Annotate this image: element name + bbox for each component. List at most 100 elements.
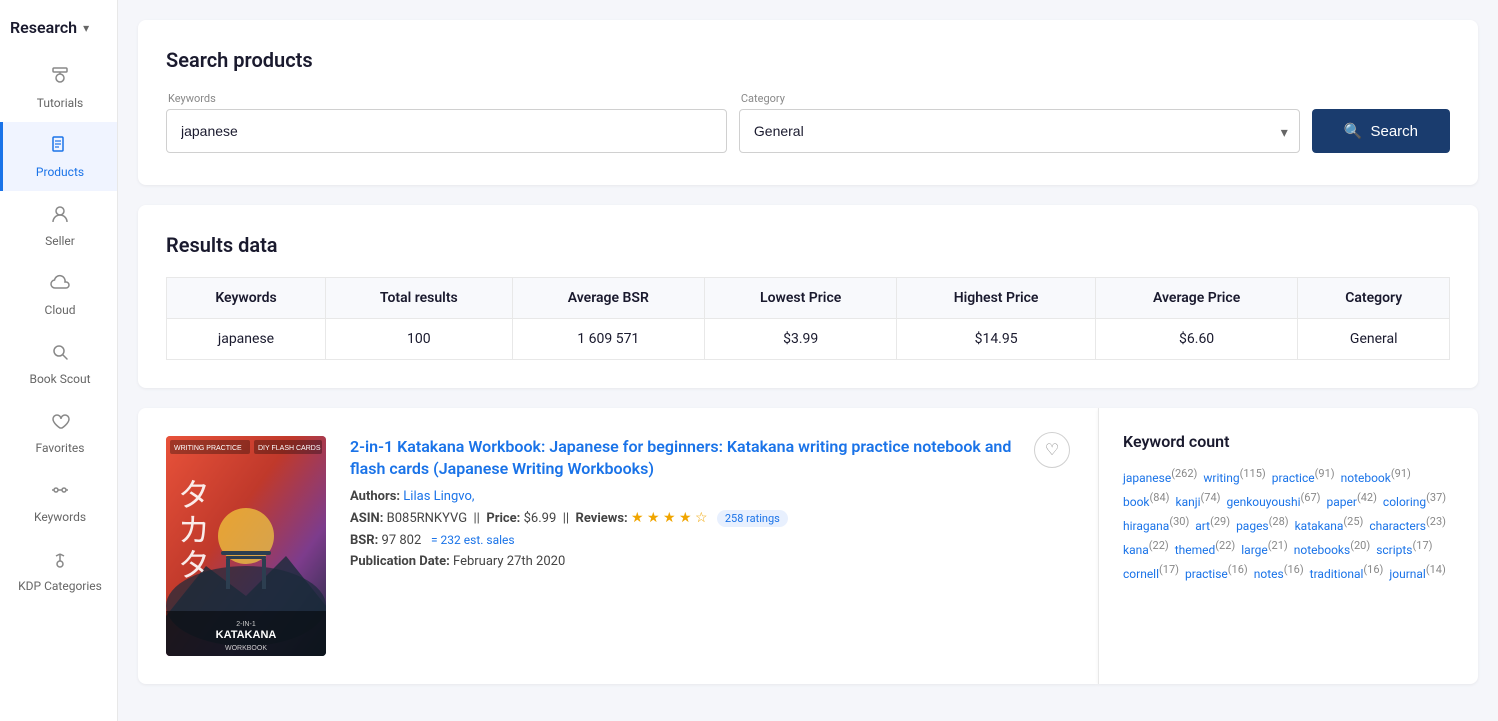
keyword-tag[interactable]: cornell(17)	[1123, 563, 1179, 581]
publication-label: Publication Date:	[350, 554, 450, 569]
category-select[interactable]: General Books Kindle Toys & Games	[739, 109, 1300, 153]
cell-category: General	[1298, 319, 1450, 360]
col-average-price: Average Price	[1095, 278, 1298, 319]
search-icon: 🔍	[1344, 122, 1363, 140]
cell-total-results[interactable]: 100	[325, 319, 512, 360]
product-authors: Lilas Lingvo,	[403, 489, 474, 504]
favorites-icon	[49, 410, 71, 437]
results-table: Keywords Total results Average BSR Lowes…	[166, 277, 1450, 360]
keyword-tag[interactable]: paper(42)	[1327, 491, 1377, 509]
sidebar-item-seller[interactable]: Seller	[0, 191, 117, 260]
sidebar-item-kdp-categories[interactable]: KDP Categories	[0, 536, 117, 605]
keyword-tags: japanese(262) writing(115) practice(91) …	[1123, 467, 1454, 581]
search-button[interactable]: 🔍 Search	[1312, 109, 1450, 153]
col-lowest-price: Lowest Price	[704, 278, 896, 319]
cell-highest-price: $14.95	[897, 319, 1095, 360]
sidebar-chevron-icon: ▾	[83, 21, 89, 35]
keyword-tag[interactable]: notebooks(20)	[1294, 539, 1370, 557]
keyword-tag[interactable]: genkouyoushi(67)	[1226, 491, 1320, 509]
col-average-bsr: Average BSR	[512, 278, 704, 319]
products-label: Products	[36, 165, 84, 179]
search-section-title: Search products	[166, 48, 1450, 72]
sidebar-item-favorites[interactable]: Favorites	[0, 398, 117, 467]
book-scout-icon	[49, 341, 71, 368]
keyword-tag[interactable]: journal(14)	[1389, 563, 1445, 581]
product-authors-row: Authors: Lilas Lingvo,	[350, 489, 1070, 504]
keyword-tag[interactable]: katakana(25)	[1295, 515, 1364, 533]
product-title[interactable]: 2-in-1 Katakana Workbook: Japanese for b…	[350, 436, 1070, 481]
keywords-icon	[49, 479, 71, 506]
sidebar: Research ▾ Tutorials Products	[0, 0, 118, 721]
keyword-tag[interactable]: coloring(37)	[1383, 491, 1446, 509]
category-label: Category	[739, 92, 1300, 105]
asin-label: ASIN:	[350, 511, 383, 526]
seller-label: Seller	[45, 234, 75, 248]
keyword-tag[interactable]: scripts(17)	[1376, 539, 1432, 557]
sidebar-item-keywords[interactable]: Keywords	[0, 467, 117, 536]
keyword-tag[interactable]: book(84)	[1123, 491, 1169, 509]
tutorials-icon	[49, 65, 71, 92]
results-header-row: Keywords Total results Average BSR Lowes…	[167, 278, 1450, 319]
sidebar-header[interactable]: Research ▾	[0, 10, 117, 53]
sidebar-item-cloud[interactable]: Cloud	[0, 260, 117, 329]
keyword-panel: Keyword count japanese(262) writing(115)…	[1098, 408, 1478, 684]
keyword-tag[interactable]: practise(16)	[1185, 563, 1248, 581]
keyword-tag[interactable]: practice(91)	[1272, 467, 1335, 485]
product-asin-row: ASIN: B085RNKYVG || Price: $6.99 || Revi…	[350, 510, 1070, 527]
search-button-label: Search	[1370, 123, 1418, 140]
keyword-tag[interactable]: kana(22)	[1123, 539, 1169, 557]
price-label: Price:	[486, 511, 520, 526]
cell-average-bsr: 1 609 571	[512, 319, 704, 360]
results-section-title: Results data	[166, 233, 1450, 257]
svg-text:タ: タ	[178, 477, 210, 513]
product-ratings-count: 258 ratings	[717, 510, 788, 527]
authors-label: Authors:	[350, 489, 403, 504]
product-date-row: Publication Date: February 27th 2020	[350, 554, 1070, 569]
kdp-categories-label: KDP Categories	[18, 579, 102, 593]
cell-keywords: japanese	[167, 319, 326, 360]
product-stars: ★ ★ ★ ★ ☆	[631, 510, 708, 526]
search-section: Search products Keywords Category Genera…	[138, 20, 1478, 185]
sidebar-item-book-scout[interactable]: Book Scout	[0, 329, 117, 398]
keyword-tag[interactable]: japanese(262)	[1123, 467, 1197, 485]
keyword-tag[interactable]: characters(23)	[1369, 515, 1446, 533]
product-bsr-row: BSR: 97 802 = 232 est. sales	[350, 533, 1070, 548]
keyword-tag[interactable]: hiragana(30)	[1123, 515, 1189, 533]
product-asin: B085RNKYVG	[387, 511, 467, 526]
svg-text:DIY FLASH CARDS: DIY FLASH CARDS	[258, 445, 321, 452]
keyword-tag[interactable]: kanji(74)	[1175, 491, 1220, 509]
category-field-group: Category General Books Kindle Toys & Gam…	[739, 92, 1300, 153]
svg-text:タ: タ	[178, 547, 210, 583]
cloud-icon	[49, 272, 71, 299]
main-content: Search products Keywords Category Genera…	[118, 0, 1498, 721]
svg-text:WORKBOOK: WORKBOOK	[225, 645, 267, 652]
col-highest-price: Highest Price	[897, 278, 1095, 319]
keyword-tag[interactable]: themed(22)	[1175, 539, 1236, 557]
keyword-tag[interactable]: writing(115)	[1203, 467, 1265, 485]
keyword-tag[interactable]: art(29)	[1195, 515, 1230, 533]
cloud-label: Cloud	[45, 303, 76, 317]
product-card: WRITING PRACTICE DIY FLASH CARDS タ カ タ 2…	[138, 408, 1098, 684]
search-form: Keywords Category General Books Kindle T…	[166, 92, 1450, 153]
product-section: WRITING PRACTICE DIY FLASH CARDS タ カ タ 2…	[138, 408, 1478, 684]
keywords-label: Keywords	[166, 92, 727, 105]
keyword-tag[interactable]: large(21)	[1241, 539, 1287, 557]
kdp-categories-icon	[49, 548, 71, 575]
keyword-tag[interactable]: notes(16)	[1254, 563, 1304, 581]
cell-average-price: $6.60	[1095, 319, 1298, 360]
product-publication-date: February 27th 2020	[453, 554, 565, 569]
products-icon	[49, 134, 71, 161]
product-image: WRITING PRACTICE DIY FLASH CARDS タ カ タ 2…	[166, 436, 326, 656]
bsr-label: BSR:	[350, 533, 378, 548]
sidebar-item-products[interactable]: Products	[0, 122, 117, 191]
keyword-tag[interactable]: notebook(91)	[1341, 467, 1411, 485]
sidebar-item-tutorials[interactable]: Tutorials	[0, 53, 117, 122]
svg-text:2-IN-1: 2-IN-1	[236, 621, 256, 628]
keyword-tag[interactable]: traditional(16)	[1310, 563, 1384, 581]
product-bsr: 97 802	[382, 533, 422, 548]
favorite-button[interactable]: ♡	[1034, 432, 1070, 468]
cell-lowest-price: $3.99	[704, 319, 896, 360]
keyword-tag[interactable]: pages(28)	[1236, 515, 1289, 533]
svg-text:カ: カ	[178, 512, 210, 548]
keywords-input[interactable]	[166, 109, 727, 153]
